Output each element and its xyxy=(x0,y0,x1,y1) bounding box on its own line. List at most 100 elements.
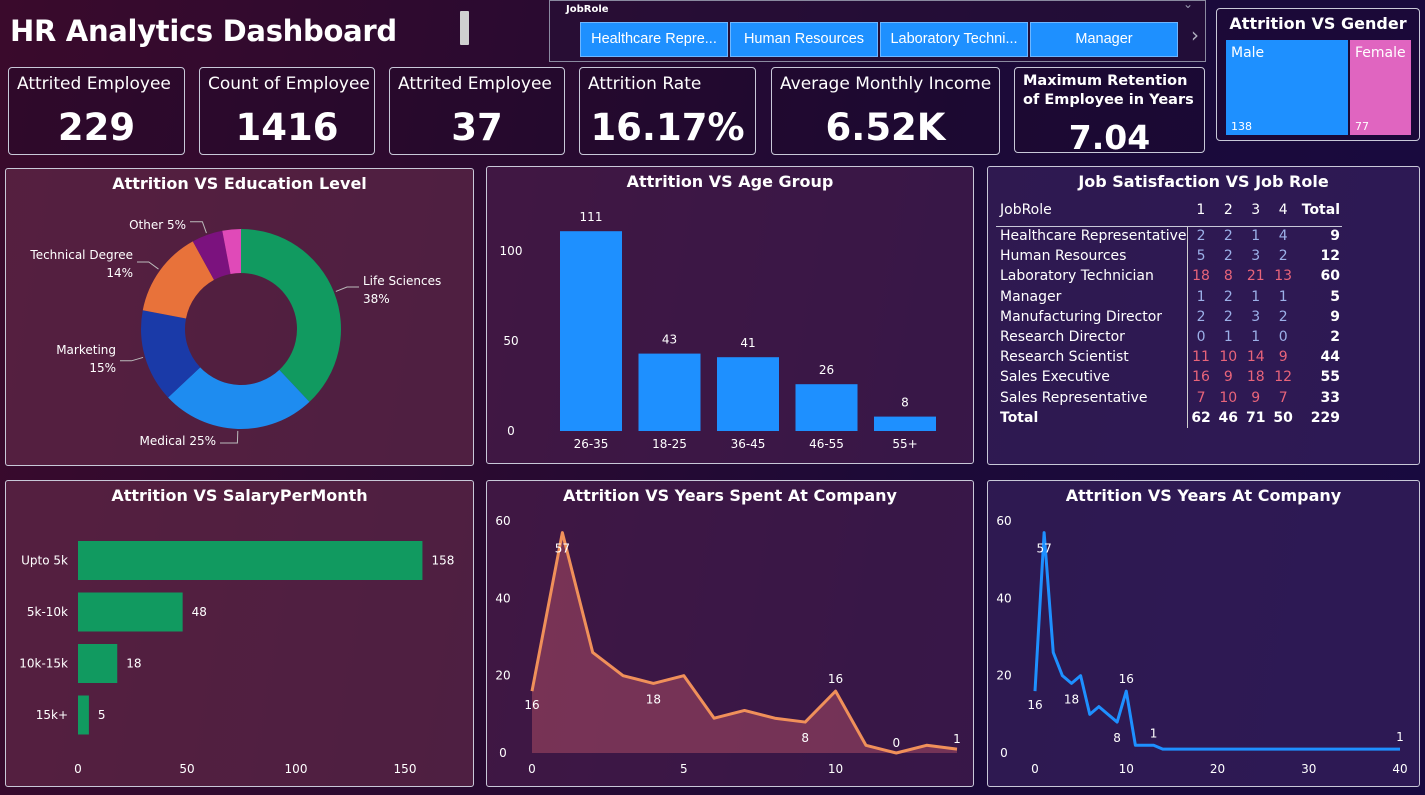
salary-bar-chart: Upto 5k 1585k-10k 4810k-15k 1815k+ 50 50 100 15… xyxy=(19,541,454,776)
age-bar xyxy=(874,416,936,431)
area-fill xyxy=(532,532,957,753)
data-label: 5 xyxy=(98,708,106,722)
gender-title: Attrition VS Gender xyxy=(1229,14,1407,33)
leader-line xyxy=(120,356,144,362)
salary-chart-panel: Attrition VS SalaryPerMonth Upto 5k 158 5k… xyxy=(5,480,474,787)
table-cell: 46 xyxy=(1218,409,1239,426)
education-donut-chart: Life Sciences 38% Medical 25% Marketing 15% T… xyxy=(29,218,441,448)
y-tick-label: 60 xyxy=(996,514,1011,528)
table-row: Human Resources 5 2 3 2 12 xyxy=(996,246,1342,267)
data-label: 0 xyxy=(892,736,900,750)
column-header: 2 xyxy=(1214,195,1243,227)
kpi-value: 37 xyxy=(451,106,503,149)
data-label: 8 xyxy=(901,396,909,410)
x-tick-label: 26-35 xyxy=(574,437,609,451)
table-cell: 11 xyxy=(1186,347,1215,368)
slicer-item-human-resources[interactable]: Human Resources xyxy=(730,22,878,57)
jobrole-slicer: JobRole ⌄ Healthcare Repre... Human Reso… xyxy=(549,0,1206,62)
x-tick-label: 0 xyxy=(1031,762,1039,776)
chart-title: Job Satisfaction VS Job Role xyxy=(1078,172,1329,191)
x-tick-label: 46-55 xyxy=(809,437,844,451)
data-label: 1 xyxy=(1150,726,1158,740)
y-tick-label: 40 xyxy=(996,591,1011,605)
kpi-value: 1416 xyxy=(235,106,339,149)
chevron-right-icon[interactable]: › xyxy=(1191,23,1199,47)
table-cell: 3 xyxy=(1251,248,1261,265)
leader-line xyxy=(335,286,359,292)
y-tick-label: 40 xyxy=(495,591,510,605)
table-cell: 2 xyxy=(1186,306,1215,327)
donut-slice xyxy=(241,229,341,402)
education-chart-panel: Attrition VS Education Level Life Scienc… xyxy=(5,168,474,466)
tile-count: 138 xyxy=(1231,120,1252,133)
kpi-card-attrited: Attrited Employee 229 xyxy=(8,67,185,155)
data-label: 16 xyxy=(524,698,539,712)
x-tick-label: 10 xyxy=(828,762,843,776)
y-tick-label: 0 xyxy=(1000,746,1008,760)
gender-treemap-card: Attrition VS Gender Male 138 Female 77 xyxy=(1216,8,1420,141)
leader-line xyxy=(190,221,207,234)
slice-percent: 15% xyxy=(89,361,116,375)
column-header: Total xyxy=(1296,195,1342,227)
years-spent-chart-panel: Attrition VS Years Spent At Company 0 20 4… xyxy=(486,480,974,787)
slicer-item-healthcare[interactable]: Healthcare Repre... xyxy=(580,22,728,57)
row-total: 33 xyxy=(1320,389,1340,406)
age-bar xyxy=(638,353,701,431)
leader-line xyxy=(220,430,239,444)
x-tick-label: 0 xyxy=(528,762,536,776)
row-total: 229 xyxy=(1310,409,1340,426)
data-label: 111 xyxy=(580,210,603,224)
kpi-card-max-retention: Maximum Retention of Employee in Years 7… xyxy=(1014,67,1205,157)
table-cell: 1 xyxy=(1186,286,1215,307)
table-row: Healthcare Representative 2 2 1 4 9 xyxy=(996,226,1342,247)
years-spent-area-chart: 0 20 40 60 0 5 10 16 57 18 8 16 0 1 xyxy=(495,514,961,776)
table-row: Manufacturing Director 2 2 3 2 9 xyxy=(996,306,1342,327)
table-cell: 1 xyxy=(1278,288,1288,305)
y-tick-label: Upto 5k xyxy=(21,554,68,568)
x-tick-label: 55+ xyxy=(892,437,917,451)
table-cell: 62 xyxy=(1186,407,1215,428)
row-label: Research Scientist xyxy=(1000,349,1129,366)
table-cell: 12 xyxy=(1274,369,1293,386)
chevron-down-icon[interactable]: ⌄ xyxy=(1183,0,1193,11)
row-label: Total xyxy=(1000,409,1039,426)
treemap-tile-female[interactable]: Female 77 xyxy=(1350,40,1411,135)
y-tick-label: 10k-15k xyxy=(19,657,68,671)
table-row: Research Director 0 1 1 0 2 xyxy=(996,326,1342,348)
kpi-label: Maximum Retention of Employee in Years xyxy=(1023,73,1194,108)
salary-bar xyxy=(78,695,89,735)
kpi-label: Average Monthly Income xyxy=(780,74,992,94)
table-cell: 3 xyxy=(1251,308,1261,325)
x-tick-label: 20 xyxy=(1210,762,1225,776)
data-label: 1 xyxy=(953,732,961,746)
table-cell: 9 xyxy=(1223,369,1233,386)
slice-name: Life Sciences xyxy=(363,274,441,288)
years-at-company-line-chart: 0 20 40 60 0 10 20 30 40 16 57 18 8 16 1 1 xyxy=(996,514,1407,776)
table-cell: 4 xyxy=(1278,228,1288,245)
x-tick-label: 100 xyxy=(285,762,308,776)
table-cell: 18 xyxy=(1246,369,1265,386)
table-cell: 7 xyxy=(1186,387,1215,408)
table-header-row: JobRole 1 2 3 4 Total xyxy=(996,195,1342,227)
column-header: JobRole xyxy=(996,195,1188,227)
kpi-value: 7.04 xyxy=(1068,118,1151,157)
slicer-item-manager[interactable]: Manager xyxy=(1030,22,1178,57)
salary-bar xyxy=(78,592,183,632)
x-tick-label: 0 xyxy=(74,762,82,776)
salary-bar xyxy=(78,644,118,683)
table-cell: 0 xyxy=(1278,329,1288,346)
table-cell: 0 xyxy=(1186,326,1215,348)
table-cell: 9 xyxy=(1251,389,1261,406)
data-label: 57 xyxy=(555,542,570,556)
treemap-tile-male[interactable]: Male 138 xyxy=(1226,40,1348,135)
y-tick-label: 20 xyxy=(996,669,1011,683)
x-tick-label: 30 xyxy=(1301,762,1316,776)
y-tick-label: 0 xyxy=(499,746,507,760)
tile-count: 77 xyxy=(1355,120,1369,133)
table-cell: 71 xyxy=(1245,409,1266,426)
data-label: 26 xyxy=(819,363,834,377)
kpi-value: 6.52K xyxy=(825,106,946,149)
y-tick-label: 5k-10k xyxy=(27,605,68,619)
kpi-value: 16.17% xyxy=(590,106,745,149)
slicer-item-laboratory[interactable]: Laboratory Techni... xyxy=(880,22,1028,57)
